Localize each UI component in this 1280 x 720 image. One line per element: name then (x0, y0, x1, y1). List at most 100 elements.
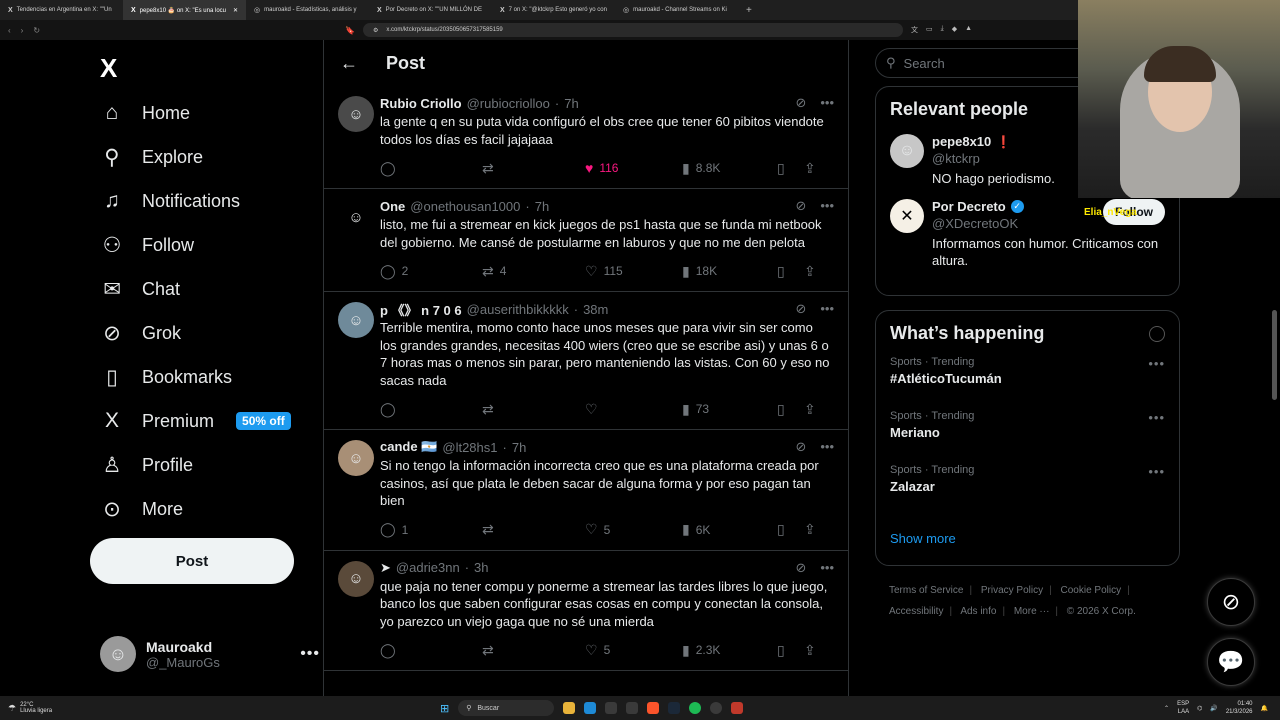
browser-tab[interactable]: ◎ mauroakd - Channel Streams on Ki (615, 0, 738, 20)
bookmark-page-icon[interactable]: 🔖 (345, 26, 355, 35)
like-button[interactable]: ♡ (585, 401, 682, 418)
download-icon[interactable]: ⤓ (941, 25, 944, 35)
show-more-link[interactable]: Show more (876, 518, 1179, 558)
like-button[interactable]: ♡ 5 (585, 642, 682, 659)
reply-tweet[interactable]: ☺ cande 🇦🇷 @lt28hs1 · 7h ⊘ ••• Si no tengo la i… (324, 430, 848, 551)
browser-tab-active[interactable]: Xpepe8x10 🎂 on X: "Es una locu ✕ (123, 0, 246, 20)
reply-tweet[interactable]: ☺ p 《》 n 7 0 6 @auserithbikkkkk · 38m ⊘ ••• Ter… (324, 292, 848, 430)
back-arrow-icon[interactable]: ← (340, 53, 358, 74)
grok-fab-icon[interactable]: ⊘ (1207, 578, 1255, 626)
tweet-author-name[interactable]: One (380, 199, 405, 214)
footer-link[interactable]: Terms of Service (889, 585, 963, 596)
notification-bell-icon[interactable]: 🔔 (1261, 705, 1268, 712)
url-field[interactable]: ⚙ x.com/ktckrp/status/2035050657317585159 (362, 23, 903, 37)
nav-home[interactable]: ⌂ Home (100, 91, 190, 135)
avatar[interactable]: ☺ (338, 96, 374, 132)
footer-link[interactable]: Privacy Policy (981, 585, 1043, 596)
brave-icon[interactable] (647, 702, 660, 714)
brave-shield-icon[interactable]: ◆ (952, 25, 957, 35)
footer-link[interactable]: Ads info (960, 606, 996, 617)
file-explorer-icon[interactable] (563, 702, 576, 714)
tweet-time[interactable]: 38m (583, 302, 608, 317)
footer-link[interactable]: Cookie Policy (1061, 585, 1122, 596)
steam-icon[interactable] (668, 702, 681, 714)
tweet-time[interactable]: 7h (564, 96, 578, 111)
trend-more-icon[interactable]: ••• (1148, 410, 1165, 425)
account-switcher[interactable]: ☺ Mauroakd @_MauroGs ••• (100, 636, 320, 672)
translate-icon[interactable]: 文 (911, 25, 918, 35)
repost-button[interactable]: ⇄ (482, 521, 585, 538)
trend-more-icon[interactable]: ••• (1148, 356, 1165, 371)
repost-button[interactable]: ⇄ (482, 642, 585, 659)
app-icon[interactable] (731, 702, 744, 714)
page-scrollbar[interactable] (1272, 310, 1277, 400)
views-button[interactable]: ▮ 6K (682, 521, 777, 538)
nav-more[interactable]: ⊙ More (100, 487, 183, 531)
grok-icon[interactable]: ⊘ (795, 95, 806, 111)
reply-tweet[interactable]: ☺ One @onethousan1000 · 7h ⊘ ••• listo, me fui … (324, 189, 848, 292)
nav-profile[interactable]: ♙ Profile (100, 443, 193, 487)
site-info-icon[interactable]: ⚙ (373, 27, 378, 34)
share-button[interactable]: ⇪ (804, 263, 816, 280)
nav-notifications[interactable]: ♫ Notifications (100, 179, 240, 223)
trend-more-icon[interactable]: ••• (1148, 464, 1165, 479)
reply-button[interactable]: ◯ (380, 160, 482, 177)
tweet-more-icon[interactable]: ••• (820, 198, 834, 214)
nav-premium[interactable]: X Premium 50% off (100, 399, 291, 443)
tray-chevron-icon[interactable]: ⌃ (1164, 705, 1169, 712)
close-tab-icon[interactable]: ✕ (233, 7, 238, 14)
views-button[interactable]: ▮ 2.3K (682, 642, 777, 659)
share-button[interactable]: ⇪ (804, 521, 816, 538)
tweet-time[interactable]: 7h (535, 199, 549, 214)
reload-icon[interactable]: ↻ (33, 26, 40, 35)
bookmark-button[interactable]: ▯ (777, 160, 804, 177)
reply-button[interactable]: ◯ 1 (380, 521, 482, 538)
share-button[interactable]: ⇪ (804, 160, 816, 177)
reply-tweet[interactable]: ☺ Rubio Criollo @rubiocriolloo · 7h ⊘ ••• la ge… (324, 86, 848, 189)
like-button[interactable]: ♥ 116 (585, 160, 682, 176)
tweet-time[interactable]: 3h (474, 560, 488, 575)
grok-icon[interactable]: ⊘ (795, 301, 806, 317)
network-icon[interactable]: ⌬ (1197, 705, 1202, 712)
reply-button[interactable]: ◯ (380, 401, 482, 418)
grok-icon[interactable]: ⊘ (795, 439, 806, 455)
language-indicator[interactable]: ESP LAA (1177, 700, 1189, 716)
nav-grok[interactable]: ⊘ Grok (100, 311, 181, 355)
share-button[interactable]: ⇪ (804, 642, 816, 659)
footer-link[interactable]: Accessibility (889, 606, 943, 617)
nav-explore[interactable]: ⚲ Explore (100, 135, 203, 179)
avatar[interactable]: ☺ (338, 440, 374, 476)
footer-link[interactable]: More ··· (1014, 606, 1050, 617)
account-more-icon[interactable]: ••• (300, 645, 320, 663)
reply-tweet[interactable]: ☺ ➤ @adrie3nn · 3h ⊘ ••• que paja no tener comp… (324, 551, 848, 671)
chat-fab-icon[interactable]: 💬 (1207, 638, 1255, 686)
views-button[interactable]: ▮ 8.8K (682, 160, 777, 177)
spotify-icon[interactable] (689, 702, 702, 714)
rewards-icon[interactable]: ▲ (965, 25, 972, 35)
bookmark-button[interactable]: ▯ (777, 642, 804, 659)
share-button[interactable]: ⇪ (804, 401, 816, 418)
like-button[interactable]: ♡ 5 (585, 521, 682, 538)
like-button[interactable]: ♡ 115 (585, 263, 682, 280)
browser-tab[interactable]: X Tendencias en Argentina en X: ""Un (0, 0, 123, 20)
nav-follow[interactable]: ⚇ Follow (100, 223, 194, 267)
tweet-time[interactable]: 7h (512, 440, 526, 455)
repost-button[interactable]: ⇄ (482, 401, 585, 418)
reply-button[interactable]: ◯ (380, 642, 482, 659)
avatar[interactable]: ☺ (338, 560, 374, 597)
browser-tab[interactable]: X7 on X: "@ktckrp Esto generó yo con (492, 0, 615, 20)
tweet-author-handle[interactable]: @adrie3nn (396, 560, 460, 575)
views-button[interactable]: ▮ 18K (682, 263, 777, 280)
tweet-author-name[interactable]: ➤ (380, 560, 391, 576)
repost-button[interactable]: ⇄ 4 (482, 263, 585, 280)
browser-tab[interactable]: ◎ mauroakd - Estadísticas, análisis y (246, 0, 369, 20)
edge-icon[interactable] (584, 702, 597, 714)
reply-button[interactable]: ◯ 2 (380, 263, 482, 280)
tweet-author-name[interactable]: Rubio Criollo (380, 96, 462, 111)
post-button[interactable]: Post (90, 538, 294, 584)
avatar[interactable]: ☺ (338, 199, 374, 235)
app-icon[interactable] (626, 702, 639, 714)
bookmark-button[interactable]: ▯ (777, 401, 804, 418)
tweet-author-handle[interactable]: @onethousan1000 (410, 199, 520, 214)
grok-icon[interactable]: ⊘ (795, 198, 806, 214)
